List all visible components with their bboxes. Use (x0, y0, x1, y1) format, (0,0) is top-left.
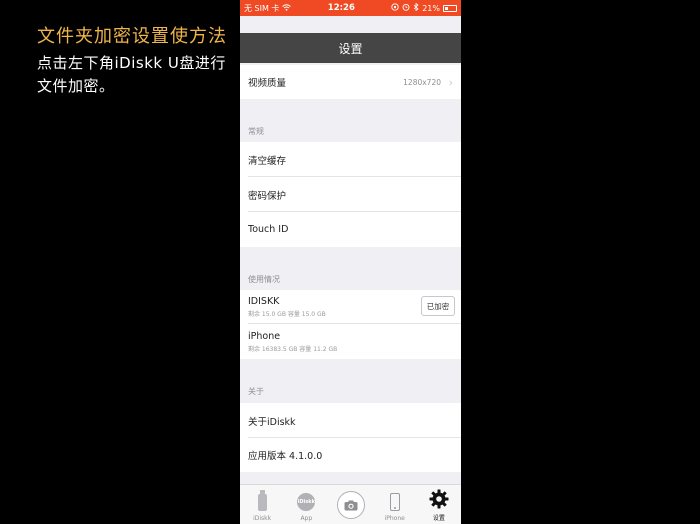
about-label: 关于iDiskk (248, 416, 296, 428)
alarm-icon (402, 3, 410, 13)
app-logo-icon: iDiskk (297, 493, 316, 511)
caption: 文件夹加密设置使方法 点击左下角iDiskk U盘进行文件加密。 (37, 24, 227, 98)
app-version-row: 应用版本 4.1.0.0 (240, 438, 461, 472)
gear-icon (429, 489, 449, 511)
section-usage: 使用情况 (248, 275, 280, 284)
clock: 12:26 (327, 3, 355, 13)
usage-row-idiskk: IDISKK 剩余 15.0 GB 容量 15.0 GB 已加密 (240, 290, 461, 324)
bluetooth-icon (413, 2, 419, 13)
caption-body: 点击左下角iDiskk U盘进行文件加密。 (37, 54, 226, 95)
tab-app[interactable]: iDiskk App (284, 485, 328, 524)
touch-id-label: Touch ID (248, 224, 289, 235)
about-row[interactable]: 关于iDiskk (240, 403, 461, 438)
encrypted-button[interactable]: 已加密 (421, 296, 455, 316)
password-protection-label: 密码保护 (248, 190, 287, 202)
section-general: 常规 (248, 127, 264, 136)
usage-detail: 剩余 15.0 GB 容量 15.0 GB (248, 311, 326, 318)
tab-label: 设置 (432, 515, 445, 522)
orientation-lock-icon (391, 3, 399, 13)
tab-settings[interactable]: 设置 (417, 485, 461, 524)
battery-percent: 21% (422, 3, 440, 13)
usage-row-iphone: iPhone 剩余 16383.5 GB 容量 11.2 GB (240, 324, 461, 359)
tab-label: App (300, 515, 313, 522)
wifi-icon (282, 3, 292, 13)
video-quality-row[interactable]: 视频质量 1280x720 › (240, 65, 461, 99)
tab-bar: iDiskk iDiskk App iPhone 设置 (240, 484, 461, 524)
usage-detail: 剩余 16383.5 GB 容量 11.2 GB (248, 345, 338, 353)
usage-name: IDISKK (248, 296, 280, 307)
video-quality-value: 1280x720 (403, 77, 441, 87)
tab-label: iDiskk (253, 515, 272, 522)
touch-id-row[interactable]: Touch ID (240, 212, 461, 247)
camera-icon (336, 491, 365, 519)
phone-screen: 无 SIM 卡 12:26 21% 设置 视频质量 1280x720 › 常规 … (240, 0, 461, 524)
tab-label: iPhone (384, 515, 405, 522)
nav-bar: 设置 (240, 33, 461, 63)
usb-drive-icon (257, 489, 267, 511)
tab-idiskk[interactable]: iDiskk (240, 485, 284, 524)
clear-cache-row[interactable]: 清空缓存 (240, 142, 461, 177)
app-version-label: 应用版本 4.1.0.0 (248, 451, 323, 462)
battery-icon (443, 4, 457, 12)
carrier-label: 无 SIM 卡 (244, 3, 280, 13)
section-about: 关于 (248, 387, 264, 396)
password-protection-row[interactable]: 密码保护 (240, 177, 461, 212)
page-title: 设置 (338, 41, 363, 56)
phone-icon (389, 493, 400, 511)
video-quality-label: 视频质量 (248, 78, 287, 89)
clear-cache-label: 清空缓存 (248, 155, 287, 167)
tab-iphone[interactable]: iPhone (373, 485, 417, 524)
status-bar: 无 SIM 卡 12:26 21% (240, 0, 461, 16)
caption-title: 文件夹加密设置使方法 (37, 26, 227, 47)
tab-camera[interactable] (328, 485, 372, 524)
usage-name: iPhone (248, 330, 281, 342)
chevron-right-icon: › (448, 75, 453, 89)
